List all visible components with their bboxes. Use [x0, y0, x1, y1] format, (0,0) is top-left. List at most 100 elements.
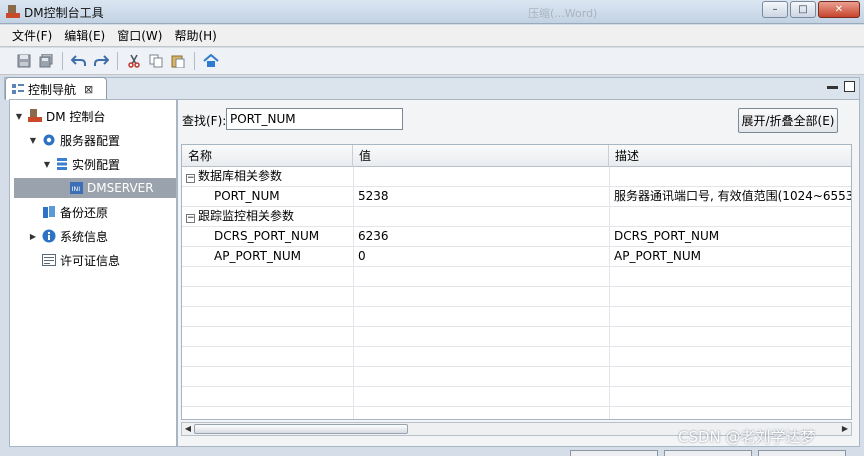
save-icon[interactable] — [14, 51, 34, 71]
tree-item-dm-console[interactable]: ▼ DM 控制台 — [14, 106, 105, 126]
expand-collapse-all-button[interactable]: 展开/折叠全部(E) — [738, 108, 838, 133]
table-row[interactable]: DCRS_PORT_NUM 6236 DCRS_PORT_NUM — [182, 227, 851, 247]
parameter-table: 名称 值 描述 − 数据库相关参数 PORT_NUM 5238 服务器通讯端口号,… — [181, 144, 852, 420]
tree-item-system-info[interactable]: ▶ 系统信息 — [28, 226, 108, 246]
undo-icon[interactable] — [69, 51, 89, 71]
expand-toggle-icon[interactable]: ▼ — [14, 112, 24, 121]
menu-file[interactable]: 文件(F) — [6, 27, 58, 44]
toolbar-separator — [194, 52, 195, 70]
empty-row — [182, 287, 851, 307]
license-icon — [42, 254, 56, 266]
close-tab-icon[interactable]: ⊠ — [84, 83, 93, 96]
empty-row — [182, 267, 851, 287]
param-name-cell: AP_PORT_NUM — [214, 249, 302, 263]
table-row[interactable]: AP_PORT_NUM 0 AP_PORT_NUM — [182, 247, 851, 267]
minimize-view-button[interactable] — [827, 86, 838, 89]
expand-toggle-icon[interactable]: ▼ — [42, 160, 52, 169]
navigation-tree: ▼ DM 控制台 ▼ 服务器配置 ▼ 实例配置 INI DMSERVER 备份还… — [9, 99, 177, 447]
background-window-title: 压缩(...Word) — [528, 7, 598, 20]
view-tab-strip: 控制导航 ⊠ — [4, 77, 860, 100]
backup-icon — [43, 206, 55, 218]
param-value-cell[interactable]: 5238 — [358, 187, 606, 206]
column-header-value[interactable]: 值 — [353, 145, 609, 167]
tree-item-license-info[interactable]: 许可证信息 — [28, 250, 120, 270]
param-value-cell[interactable]: 6236 — [358, 227, 606, 246]
empty-row — [182, 307, 851, 327]
tree-item-backup-restore[interactable]: 备份还原 — [28, 202, 108, 222]
param-value-cell[interactable]: 0 — [358, 247, 606, 266]
info-icon — [42, 229, 56, 243]
param-name-cell: PORT_NUM — [214, 189, 280, 203]
maximize-view-button[interactable] — [844, 81, 855, 92]
bottom-button[interactable] — [570, 450, 658, 456]
maximize-button[interactable]: □ — [790, 1, 816, 18]
ini-file-icon: INI — [70, 182, 83, 194]
bottom-button[interactable] — [758, 450, 846, 456]
paste-icon[interactable] — [168, 51, 188, 71]
group-name: 跟踪监控相关参数 — [198, 209, 295, 223]
tab-control-navigation[interactable]: 控制导航 ⊠ — [5, 77, 107, 100]
watermark: CSDN @老刘学达梦 — [678, 428, 816, 446]
empty-row — [182, 367, 851, 387]
column-header-description[interactable]: 描述 — [609, 145, 851, 167]
menu-window[interactable]: 窗口(W) — [111, 27, 168, 44]
menu-help[interactable]: 帮助(H) — [168, 27, 222, 44]
param-name-cell: DCRS_PORT_NUM — [214, 229, 320, 243]
tree-item-label: 许可证信息 — [60, 253, 121, 268]
minimize-button[interactable]: – — [762, 1, 788, 18]
search-label: 查找(F): — [182, 114, 227, 128]
collapse-toggle-icon[interactable]: − — [186, 214, 195, 223]
toolbar-separator — [62, 52, 63, 70]
group-name: 数据库相关参数 — [198, 169, 283, 183]
collapse-toggle-icon[interactable]: − — [186, 174, 195, 183]
home-icon[interactable] — [201, 51, 221, 71]
param-description-cell: DCRS_PORT_NUM — [614, 229, 720, 243]
tree-item-label: DMSERVER — [87, 181, 154, 195]
save-all-icon[interactable] — [36, 51, 56, 71]
config-editor-panel: 查找(F): 展开/折叠全部(E) 名称 值 描述 −数据库相关参数 PORT_… — [177, 99, 860, 447]
table-header: 名称 值 描述 — [182, 145, 851, 167]
table-row[interactable]: PORT_NUM 5238 服务器通讯端口号, 有效值范围(1024~65534… — [182, 187, 852, 207]
tree-item-label: 备份还原 — [60, 205, 109, 220]
toolbar — [0, 48, 864, 75]
scroll-right-icon[interactable]: ▶ — [839, 423, 851, 435]
copy-icon[interactable] — [146, 51, 166, 71]
search-input[interactable] — [226, 108, 403, 130]
menu-bar: 文件(F) 编辑(E) 窗口(W) 帮助(H) — [0, 25, 864, 47]
console-icon — [28, 109, 42, 122]
gear-icon — [43, 134, 55, 146]
expand-toggle-icon[interactable]: ▶ — [28, 232, 38, 241]
tree-item-label: DM 控制台 — [46, 109, 106, 124]
tree-item-server-config[interactable]: ▼ 服务器配置 — [28, 130, 120, 150]
tree-item-label: 服务器配置 — [60, 133, 121, 148]
empty-row — [182, 387, 851, 407]
toolbar-separator — [117, 52, 118, 70]
empty-row — [182, 347, 851, 367]
empty-row — [182, 327, 851, 347]
column-header-name[interactable]: 名称 — [182, 145, 353, 167]
dialog-button-row — [570, 450, 846, 456]
table-row-group[interactable]: − 数据库相关参数 — [182, 167, 851, 187]
tree-item-label: 系统信息 — [60, 229, 109, 244]
instance-icon — [57, 158, 67, 170]
navigation-icon — [12, 84, 24, 94]
tree-item-instance-config[interactable]: ▼ 实例配置 — [42, 154, 120, 174]
expand-toggle-icon[interactable]: ▼ — [28, 136, 38, 145]
tree-item-dmserver[interactable]: INI DMSERVER — [14, 178, 176, 198]
tab-label: 控制导航 — [28, 82, 77, 97]
param-description-cell: AP_PORT_NUM — [614, 249, 702, 263]
group-cell: − 数据库相关参数 — [186, 167, 352, 186]
bottom-button[interactable] — [664, 450, 752, 456]
table-row-group[interactable]: − 跟踪监控相关参数 — [182, 207, 851, 227]
window-title: DM控制台工具 — [24, 6, 104, 20]
tree-item-label: 实例配置 — [72, 157, 121, 172]
cut-icon[interactable] — [124, 51, 144, 71]
menu-edit[interactable]: 编辑(E) — [58, 27, 111, 44]
group-cell: − 跟踪监控相关参数 — [186, 207, 352, 226]
close-button[interactable]: ✕ — [818, 1, 860, 18]
redo-icon[interactable] — [91, 51, 111, 71]
scroll-left-icon[interactable]: ◀ — [182, 423, 194, 435]
scrollbar-thumb[interactable] — [194, 424, 408, 434]
param-description-cell: 服务器通讯端口号, 有效值范围(1024~65534) — [614, 189, 852, 203]
title-bar: DM控制台工具 压缩(...Word) – □ ✕ — [0, 0, 864, 24]
